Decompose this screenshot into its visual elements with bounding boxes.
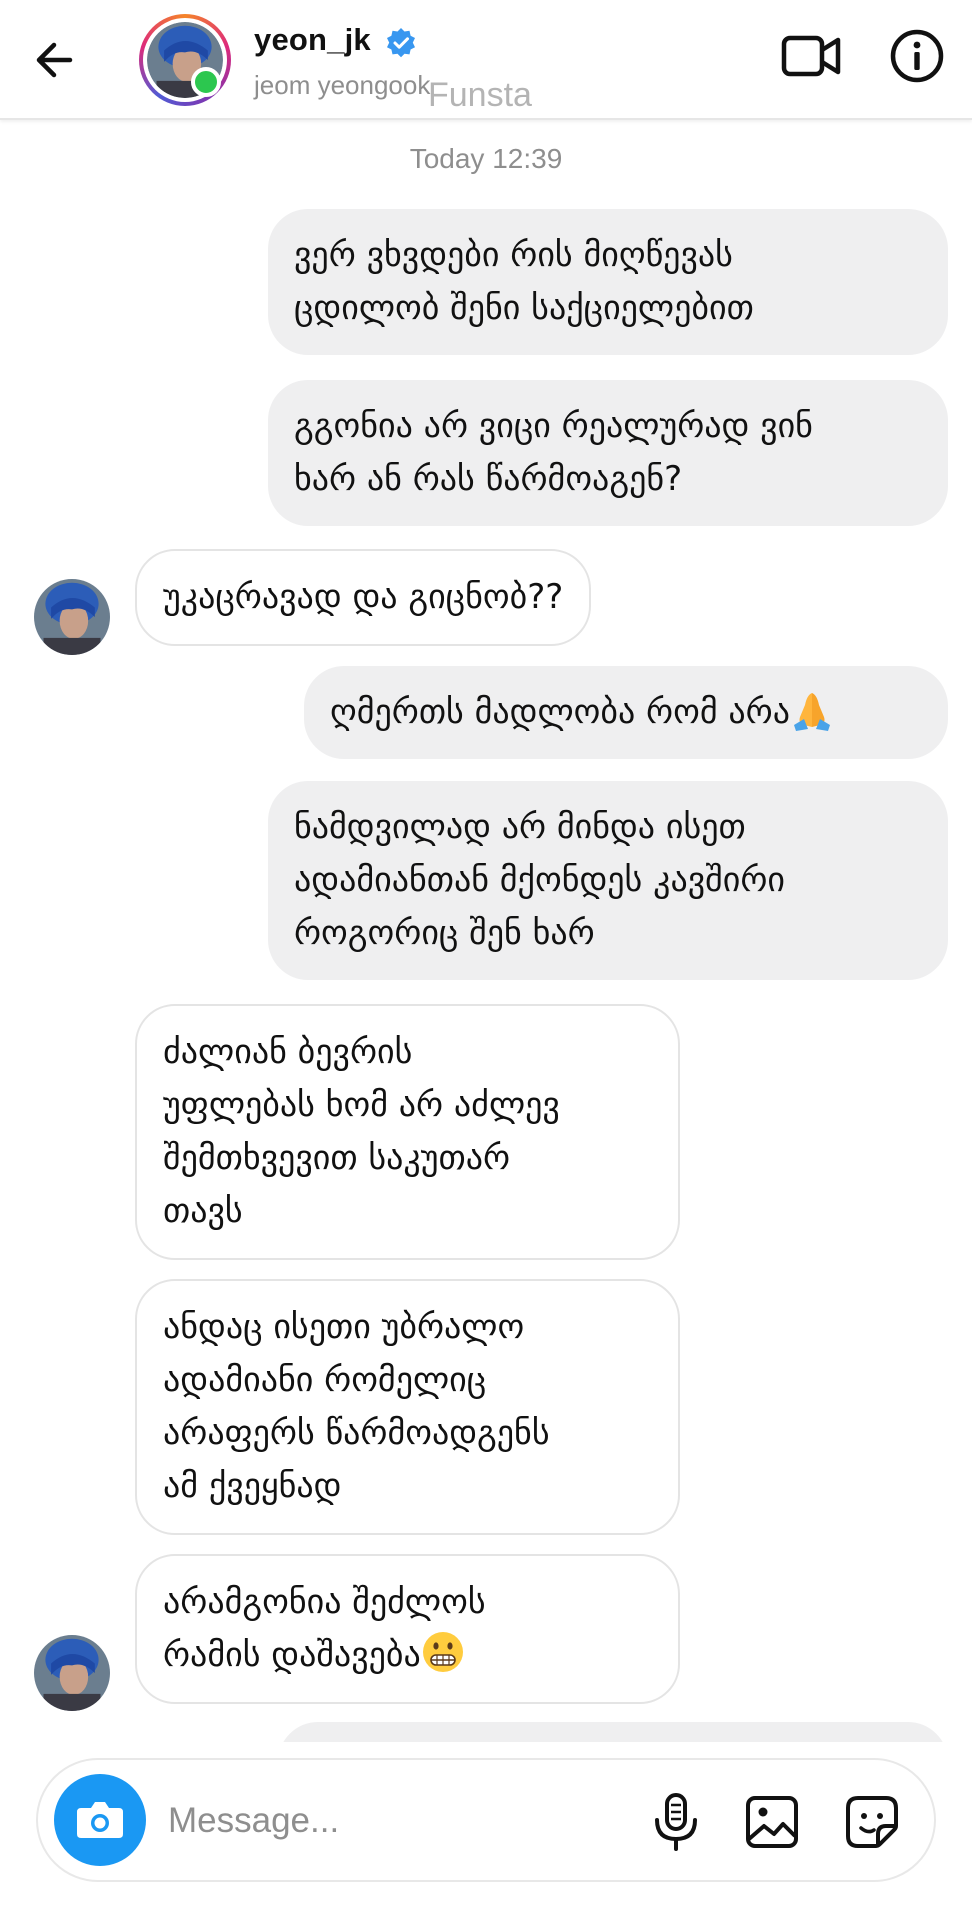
message-bubble-incoming[interactable]: უკაცრავად და გიცნობ?? [135,549,592,646]
video-call-icon [781,35,841,77]
chat-header: yeon_jk jeom yeongook Funsta [0,0,972,120]
video-call-button[interactable] [781,26,841,86]
message-bubble-incoming[interactable]: ანდაც ისეთი უბრალო ადამიანი რომელიც არაფ… [135,1279,680,1535]
message-bubble-incoming[interactable]: ძალიან ბევრის უფლებას ხომ არ აძლევ შემთხ… [135,1004,680,1260]
avatar-photo [34,579,110,655]
message-bubble-outgoing[interactable]: ნამდვილად არ მინდა ისეთ ადამიანთან მქონდ… [268,781,948,980]
folded-hands-emoji-icon [794,693,830,731]
avatar-photo [34,1635,110,1711]
camera-icon [77,1802,123,1838]
thread-timestamp: Today 12:39 [409,143,563,174]
message-bubble-outgoing[interactable]: ვერ ვხვდები რის მიღწევას ცდილობ შენი საქ… [268,209,948,355]
sticker-icon [846,1796,898,1848]
chat-username[interactable]: yeon_jk [254,22,371,58]
message-bubble-outgoing[interactable]: გგონია არ ვიცი რეალურად ვინ ხარ ან რას წ… [268,380,948,526]
sender-avatar[interactable] [34,579,110,655]
verified-badge-icon [387,28,415,58]
info-button[interactable] [889,28,945,84]
sticker-button[interactable] [844,1794,900,1850]
chat-full-name: jeom yeongook [254,70,431,100]
grimacing-face-emoji-icon [422,1632,463,1672]
profile-avatar[interactable] [139,14,231,106]
message-bubble-outgoing[interactable]: ღმერთს მადლობა რომ არა [304,666,948,759]
back-arrow-icon [36,42,73,78]
message-input[interactable] [168,1788,528,1854]
sender-avatar[interactable] [34,1635,110,1711]
message-bubble-incoming[interactable]: არამგონია შეძლოს რამის დაშავება [135,1554,680,1704]
message-text: ღმერთს მადლობა რომ არა [330,692,790,732]
watermark-text: Funsta [428,76,532,114]
info-icon [890,29,944,83]
message-composer [36,1758,936,1882]
microphone-icon [655,1793,697,1851]
back-button[interactable] [30,28,90,92]
voice-message-button[interactable] [650,1792,702,1852]
camera-button[interactable] [54,1774,146,1866]
online-status-dot [191,67,221,97]
gallery-button[interactable] [744,1794,800,1850]
gallery-icon [746,1796,798,1848]
